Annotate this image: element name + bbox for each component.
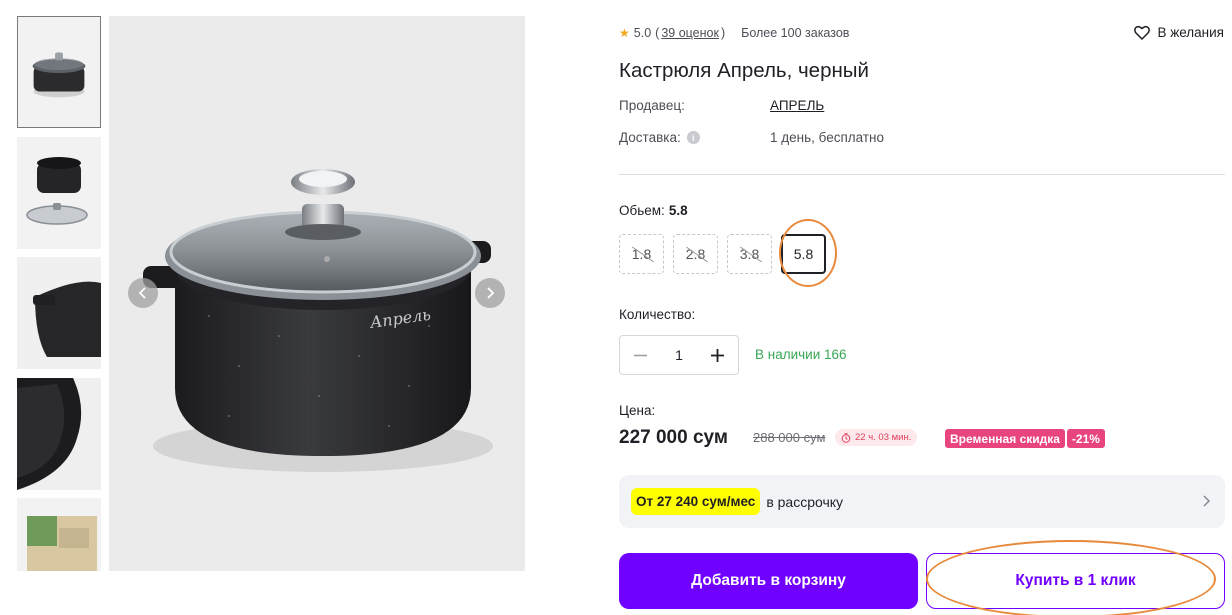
- promo-badge: Временная скидка: [945, 429, 1065, 448]
- installment-banner[interactable]: От 27 240 сум/мес в рассрочку: [619, 475, 1225, 528]
- quantity-label: Количество:: [619, 307, 696, 322]
- pot-image: Апрель: [143, 169, 493, 472]
- reviews-close-paren: ): [720, 26, 726, 40]
- thumbnail-pot-with-lid[interactable]: [17, 16, 101, 128]
- info-icon[interactable]: i: [686, 131, 700, 144]
- chevron-left-icon: [138, 287, 146, 299]
- product-info-panel: ★ 5.0 ( 39 оценок ) Более 100 заказов В …: [619, 0, 1232, 615]
- delivery-label-group: Доставка: i: [619, 130, 700, 145]
- chevron-right-icon: [1203, 495, 1211, 507]
- stock-status: В наличии 166: [755, 347, 847, 362]
- installment-text: в рассрочку: [766, 493, 844, 510]
- delivery-value: 1 день, бесплатно: [770, 130, 885, 145]
- volume-option-1-8[interactable]: 1.8: [619, 234, 664, 274]
- discount-timer: 22 ч. 03 мин.: [835, 429, 918, 446]
- chevron-right-icon: [487, 287, 495, 299]
- rating-row: ★ 5.0 ( 39 оценок ) Более 100 заказов: [619, 26, 849, 40]
- product-title: Кастрюля Апрель, черный: [619, 59, 869, 82]
- volume-option-2-8[interactable]: 2.8: [673, 234, 718, 274]
- thumbnail-strip: [17, 16, 101, 571]
- seller-row: Продавец: АПРЕЛЬ: [619, 98, 824, 113]
- decrement-button[interactable]: [630, 345, 650, 365]
- promo-badges: Временная скидка -21%: [945, 429, 1105, 448]
- buy-one-click-button[interactable]: Купить в 1 клик: [926, 553, 1225, 609]
- star-icon: ★: [619, 26, 630, 40]
- volume-option-label: 5.8: [793, 246, 814, 262]
- seller-link[interactable]: АПРЕЛЬ: [770, 98, 824, 113]
- quantity-stepper: 1: [619, 335, 739, 375]
- volume-label: Обьем: 5.8: [619, 203, 688, 218]
- main-product-image: Апрель: [109, 16, 525, 571]
- thumbnail-pot-interior-closeup[interactable]: [17, 378, 101, 490]
- delivery-label: Доставка:: [619, 130, 681, 145]
- gallery-next-button[interactable]: [475, 278, 505, 308]
- discount-badge: -21%: [1066, 429, 1105, 448]
- thumbnail-product-box[interactable]: [17, 498, 101, 571]
- add-to-cart-button[interactable]: Добавить в корзину: [619, 553, 918, 609]
- delivery-row: Доставка: i 1 день, бесплатно: [619, 130, 884, 145]
- current-price: 227 000 сум: [619, 427, 728, 448]
- timer-icon: [841, 432, 851, 443]
- seller-label: Продавец:: [619, 98, 685, 113]
- volume-options: 1.8 2.8 3.8 5.8: [619, 234, 826, 274]
- volume-option-5-8[interactable]: 5.8: [781, 234, 826, 274]
- reviews-open-paren: (: [655, 26, 660, 40]
- gallery-prev-button[interactable]: [128, 278, 158, 308]
- plus-icon: [711, 348, 725, 362]
- volume-option-3-8[interactable]: 3.8: [727, 234, 772, 274]
- heart-icon: [1134, 25, 1151, 40]
- increment-button[interactable]: [708, 345, 728, 365]
- old-price: 288 000 сум: [753, 430, 826, 445]
- quantity-value[interactable]: 1: [675, 347, 683, 363]
- volume-selected-value: 5.8: [668, 203, 688, 218]
- wishlist-button[interactable]: В желания: [1134, 25, 1224, 40]
- installment-amount: От 27 240 сум/мес: [631, 488, 761, 515]
- rating-value: 5.0: [633, 26, 652, 40]
- volume-label-text: Обьем:: [619, 203, 665, 218]
- wishlist-label: В желания: [1157, 25, 1224, 40]
- thumbnail-pot-and-glass-lid[interactable]: [17, 137, 101, 249]
- orders-count: Более 100 заказов: [741, 26, 850, 40]
- reviews-link[interactable]: 39 оценок: [661, 26, 719, 40]
- divider: [619, 174, 1225, 175]
- thumbnail-pot-rim-closeup[interactable]: [17, 257, 101, 369]
- price-label: Цена:: [619, 403, 656, 418]
- timer-text: 22 ч. 03 мин.: [855, 432, 912, 443]
- minus-icon: [633, 354, 647, 356]
